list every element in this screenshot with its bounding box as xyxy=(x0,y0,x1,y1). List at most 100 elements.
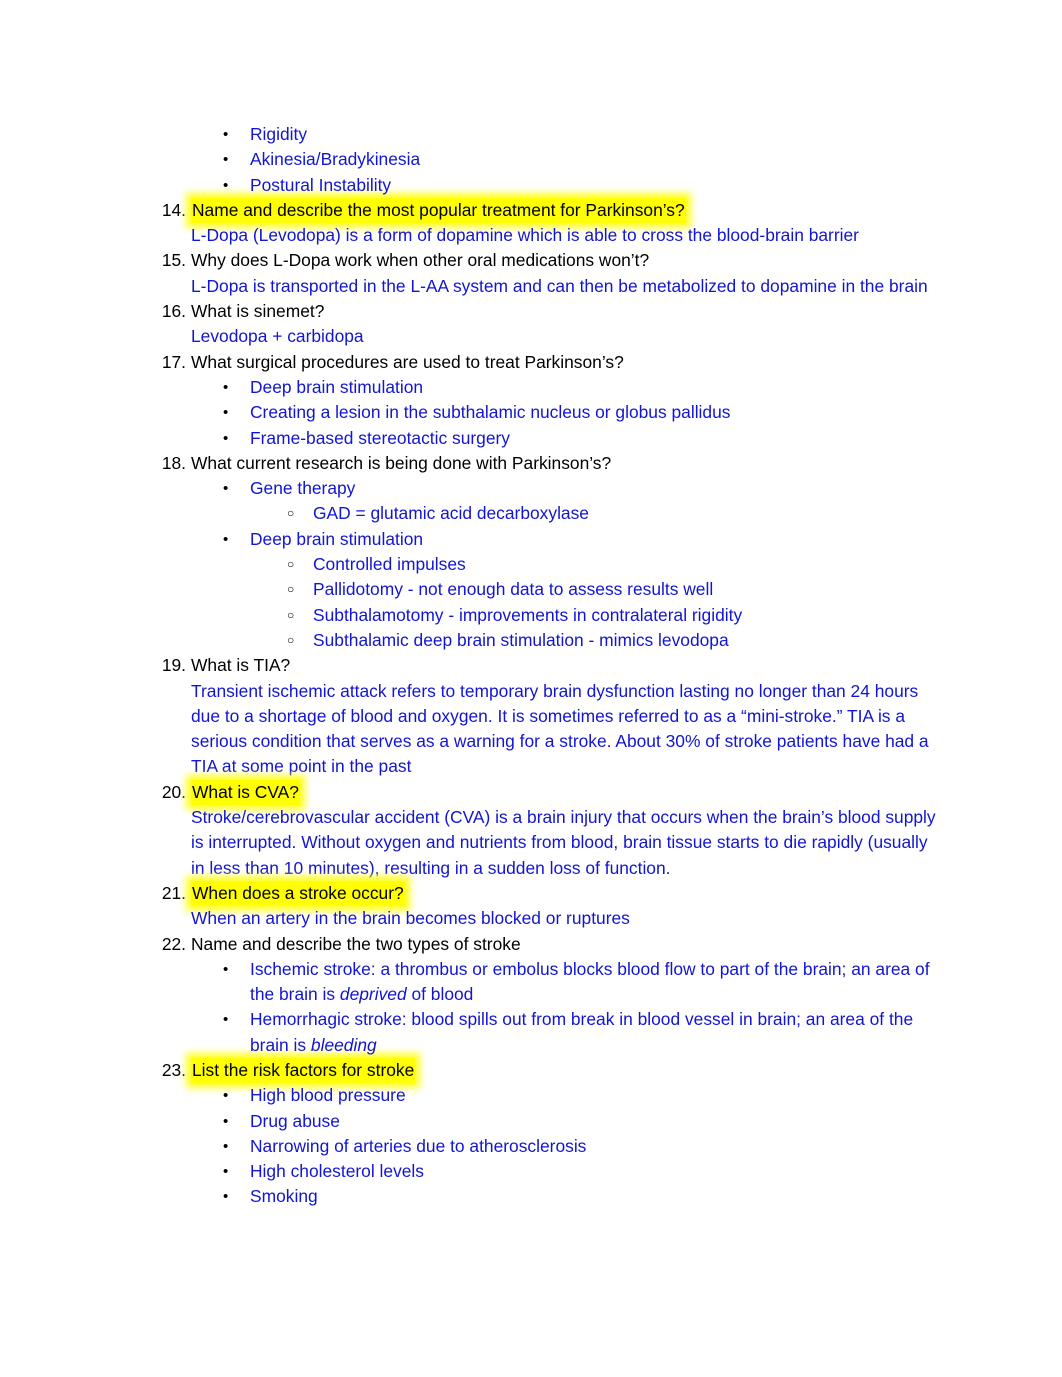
list-item: • Akinesia/Bradykinesia xyxy=(223,147,942,172)
answer-text-19: Transient ischemic attack refers to temp… xyxy=(191,680,929,777)
list-item: • Postural Instability xyxy=(223,173,942,198)
stroke-risk-factors-list: • High blood pressure • Drug abuse • Nar… xyxy=(160,1083,942,1209)
list-item-label: Frame-based stereotactic surgery xyxy=(250,427,510,448)
question-number: 23. xyxy=(161,1059,186,1080)
bullet-filled-icon: • xyxy=(223,1137,229,1155)
answer-text-21: When an artery in the brain becomes bloc… xyxy=(191,908,630,929)
bullet-hollow-icon: ○ xyxy=(287,582,295,597)
question-row-21: 21. When does a stroke occur? xyxy=(160,880,942,907)
sub-list-item: ○ Subthalamotomy - improvements in contr… xyxy=(287,603,942,628)
bullet-filled-icon: • xyxy=(223,960,229,978)
question-number: 18. xyxy=(161,452,186,473)
bullet-filled-icon: • xyxy=(223,480,229,498)
bullet-hollow-icon: ○ xyxy=(287,557,295,572)
question-row-17: 17. What surgical procedures are used to… xyxy=(160,350,942,375)
sub-list-item: ○ Pallidotomy - not enough data to asses… xyxy=(287,577,942,602)
question-text: What surgical procedures are used to tre… xyxy=(191,351,624,372)
bullet-hollow-icon: ○ xyxy=(287,632,295,647)
question-row-20: 20. What is CVA? xyxy=(160,779,942,806)
question-text: When does a stroke occur? xyxy=(191,880,405,907)
sub-list-item: ○ GAD = glutamic acid decarboxylase xyxy=(287,501,942,526)
bullet-filled-icon: • xyxy=(223,126,229,143)
list-item: • Smoking xyxy=(223,1184,942,1209)
sub-list-item-label: Controlled impulses xyxy=(313,554,466,575)
list-item: • Drug abuse xyxy=(223,1109,942,1134)
list-item: • Deep brain stimulation xyxy=(223,527,942,552)
list-item: • High cholesterol levels xyxy=(223,1159,942,1184)
list-item: • Rigidity xyxy=(223,122,942,147)
answer-text-20: Stroke/cerebrovascular accident (CVA) is… xyxy=(191,807,936,878)
list-item-label: Narrowing of arteries due to atheroscler… xyxy=(250,1135,587,1156)
question-text: Name and describe the most popular treat… xyxy=(191,197,686,224)
surgical-procedures-list: • Deep brain stimulation • Creating a le… xyxy=(160,375,942,451)
list-item-label: Rigidity xyxy=(250,124,308,144)
bullet-filled-icon: • xyxy=(223,176,229,194)
question-text: Name and describe the two types of strok… xyxy=(191,933,521,954)
list-item: • Hemorrhagic stroke: blood spills out f… xyxy=(223,1007,942,1058)
question-number: 20. xyxy=(161,781,186,802)
list-item-label: Smoking xyxy=(250,1186,318,1207)
sub-list-item-label: Pallidotomy - not enough data to assess … xyxy=(313,579,714,600)
question-number: 16. xyxy=(161,301,186,322)
question-row-23: 23. List the risk factors for stroke xyxy=(160,1057,942,1084)
sub-list-item: ○ Controlled impulses xyxy=(287,552,942,577)
bullet-hollow-icon: ○ xyxy=(287,607,295,622)
question-number: 21. xyxy=(161,882,186,903)
list-item-label-post: of blood xyxy=(406,984,474,1005)
list-item-label-emphasis: deprived xyxy=(339,984,407,1005)
parkinsons-symptoms-list: • Rigidity • Akinesia/Bradykinesia • Pos… xyxy=(160,122,942,198)
list-item-label: Gene therapy xyxy=(250,478,356,499)
list-item: • Creating a lesion in the subthalamic n… xyxy=(223,400,942,425)
bullet-filled-icon: • xyxy=(223,1163,229,1181)
question-row-14: 14. Name and describe the most popular t… xyxy=(160,197,942,224)
list-item-label: Postural Instability xyxy=(250,174,392,195)
bullet-hollow-icon: ○ xyxy=(287,506,295,521)
sub-list-item-label: GAD = glutamic acid decarboxylase xyxy=(313,503,589,524)
list-item-label: Akinesia/Bradykinesia xyxy=(250,149,421,170)
list-item-label: Creating a lesion in the subthalamic nuc… xyxy=(250,402,731,423)
question-number: 15. xyxy=(161,250,186,271)
question-text: What is CVA? xyxy=(191,779,300,806)
bullet-filled-icon: • xyxy=(223,1011,229,1029)
document-body: • Rigidity • Akinesia/Bradykinesia • Pos… xyxy=(160,122,942,1210)
stroke-types-list: • Ischemic stroke: a thrombus or embolus… xyxy=(160,957,942,1058)
bullet-filled-icon: • xyxy=(223,1087,229,1105)
question-row-19: 19. What is TIA? xyxy=(160,653,942,678)
list-item-label-emphasis: bleeding xyxy=(310,1034,377,1055)
question-text: What is TIA? xyxy=(191,655,291,676)
sub-list-item-label: Subthalamic deep brain stimulation - mim… xyxy=(313,629,729,650)
question-row-15: 15. Why does L-Dopa work when other oral… xyxy=(160,248,942,273)
bullet-filled-icon: • xyxy=(223,378,229,396)
bullet-filled-icon: • xyxy=(223,530,229,548)
list-item-label: High cholesterol levels xyxy=(250,1161,424,1182)
answer-text-15: L-Dopa is transported in the L-AA system… xyxy=(191,275,928,296)
answer-text-14: L-Dopa (Levodopa) is a form of dopamine … xyxy=(191,225,859,246)
list-item: • Ischemic stroke: a thrombus or embolus… xyxy=(223,957,942,1008)
question-row-18: 18. What current research is being done … xyxy=(160,451,942,476)
bullet-filled-icon: • xyxy=(223,429,229,447)
question-number: 19. xyxy=(161,655,186,676)
question-number: 17. xyxy=(161,351,186,372)
list-item: • Narrowing of arteries due to atheroscl… xyxy=(223,1134,942,1159)
question-text: What is sinemet? xyxy=(191,301,325,322)
question-text: List the risk factors for stroke xyxy=(191,1057,416,1084)
question-row-22: 22. Name and describe the two types of s… xyxy=(160,932,942,957)
bullet-filled-icon: • xyxy=(223,404,229,422)
question-number: 22. xyxy=(161,933,186,954)
question-text: Why does L-Dopa work when other oral med… xyxy=(191,250,650,271)
question-row-16: 16. What is sinemet? xyxy=(160,299,942,324)
current-research-list: • Gene therapy ○ GAD = glutamic acid dec… xyxy=(160,476,942,653)
bullet-filled-icon: • xyxy=(223,1112,229,1130)
list-item-label: High blood pressure xyxy=(250,1085,406,1106)
list-item-label: Deep brain stimulation xyxy=(250,376,424,397)
bullet-filled-icon: • xyxy=(223,1188,229,1206)
question-number: 14. xyxy=(161,199,186,220)
list-item-label: Deep brain stimulation xyxy=(250,528,424,549)
list-item: • Deep brain stimulation xyxy=(223,375,942,400)
list-item: • Frame-based stereotactic surgery xyxy=(223,426,942,451)
answer-text-16: Levodopa + carbidopa xyxy=(191,326,364,347)
document-page: • Rigidity • Akinesia/Bradykinesia • Pos… xyxy=(0,0,1062,1377)
sub-list-item-label: Subthalamotomy - improvements in contral… xyxy=(313,604,743,625)
list-item: • High blood pressure xyxy=(223,1083,942,1108)
bullet-filled-icon: • xyxy=(223,151,229,169)
